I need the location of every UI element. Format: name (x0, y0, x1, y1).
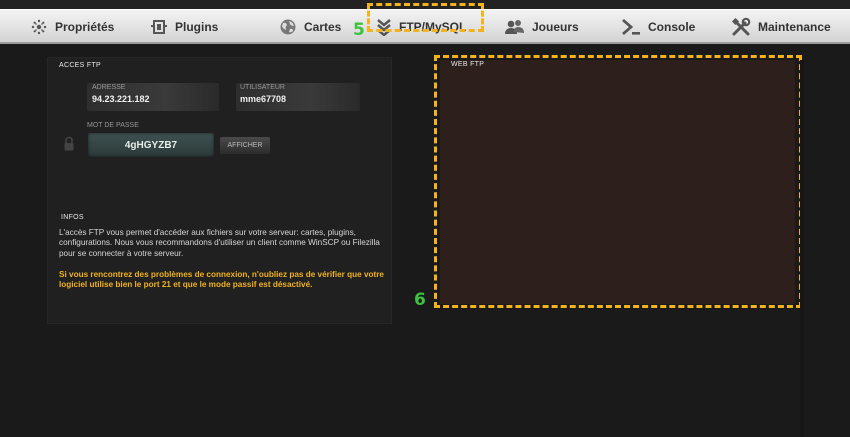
tab-label: Plugins (175, 19, 219, 34)
infos-title: INFOS (61, 214, 84, 221)
tab-label: Maintenance (758, 19, 831, 34)
plugin-icon (150, 18, 168, 36)
tab-label: Propriétés (55, 19, 115, 34)
ftp-tab-highlight (367, 3, 484, 32)
terminal-icon (621, 18, 641, 36)
globe-icon (279, 18, 297, 36)
step-5-label: 5 (353, 20, 365, 40)
tab-cartes[interactable]: Cartes (279, 10, 341, 43)
step-6-label: 6 (414, 290, 426, 310)
tab-proprietes[interactable]: Propriétés (30, 10, 114, 43)
show-password-button[interactable]: AFFICHER (220, 137, 270, 154)
lock-icon (63, 136, 75, 157)
user-label: UTILISATEUR (240, 84, 285, 91)
tab-maintenance[interactable]: Maintenance (731, 10, 831, 43)
infos-text: L'accès FTP vous permet d'accéder aux fi… (59, 228, 380, 258)
tab-joueurs[interactable]: Joueurs (505, 10, 579, 43)
tools-icon (731, 17, 751, 37)
tab-label: Cartes (304, 19, 342, 34)
users-icon (505, 18, 525, 36)
tab-console[interactable]: Console (621, 10, 695, 43)
right-divider (800, 60, 804, 437)
tab-label: Joueurs (532, 19, 579, 34)
tab-plugins[interactable]: Plugins (150, 10, 218, 43)
infos-warning: Si vous rencontrez des problèmes de conn… (59, 270, 384, 290)
address-value: 94.23.221.182 (92, 94, 150, 104)
password-value[interactable]: 4gHGYZB7 (88, 133, 214, 157)
password-label: MOT DE PASSE (87, 122, 139, 129)
gear-icon (30, 18, 48, 36)
tab-label: Console (648, 19, 696, 34)
address-label: ADRESSE (92, 84, 126, 91)
webftp-highlight (434, 55, 802, 308)
ftp-access-title: ACCES FTP (59, 62, 101, 69)
user-value: mme67708 (240, 94, 287, 104)
